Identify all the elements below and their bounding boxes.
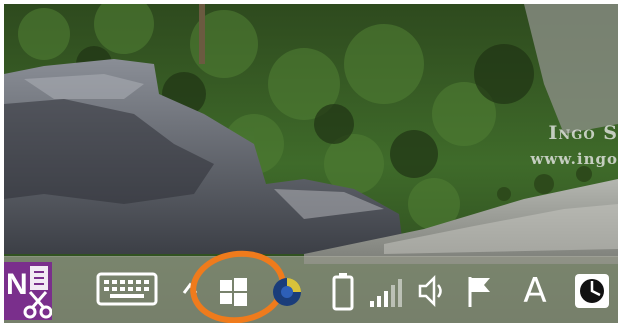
clock-app-icon[interactable]	[574, 273, 610, 309]
watermark-line-2: www.ingo	[530, 150, 618, 168]
show-hidden-icons-chevron-icon[interactable]	[180, 275, 200, 303]
network-signal-icon[interactable]	[368, 271, 404, 311]
touch-keyboard-icon[interactable]	[96, 272, 158, 306]
volume-icon[interactable]	[416, 271, 448, 311]
onenote-icon[interactable]: N	[4, 262, 52, 320]
app-tray-icon[interactable]	[270, 275, 304, 309]
action-center-flag-icon[interactable]	[464, 271, 496, 311]
screenshot-frame: Ingo S www.ingo N A	[4, 4, 618, 323]
battery-icon[interactable]	[330, 271, 356, 311]
scissors-icon	[23, 266, 52, 319]
watermark-line-1: Ingo S	[548, 122, 618, 144]
wallpaper-watermark: Ingo S www.ingo	[530, 122, 618, 168]
taskbar: N A	[4, 244, 618, 323]
input-font-icon[interactable]: A	[520, 269, 550, 313]
input-font-glyph: A	[523, 271, 547, 311]
windows-start-icon[interactable]	[216, 275, 250, 309]
